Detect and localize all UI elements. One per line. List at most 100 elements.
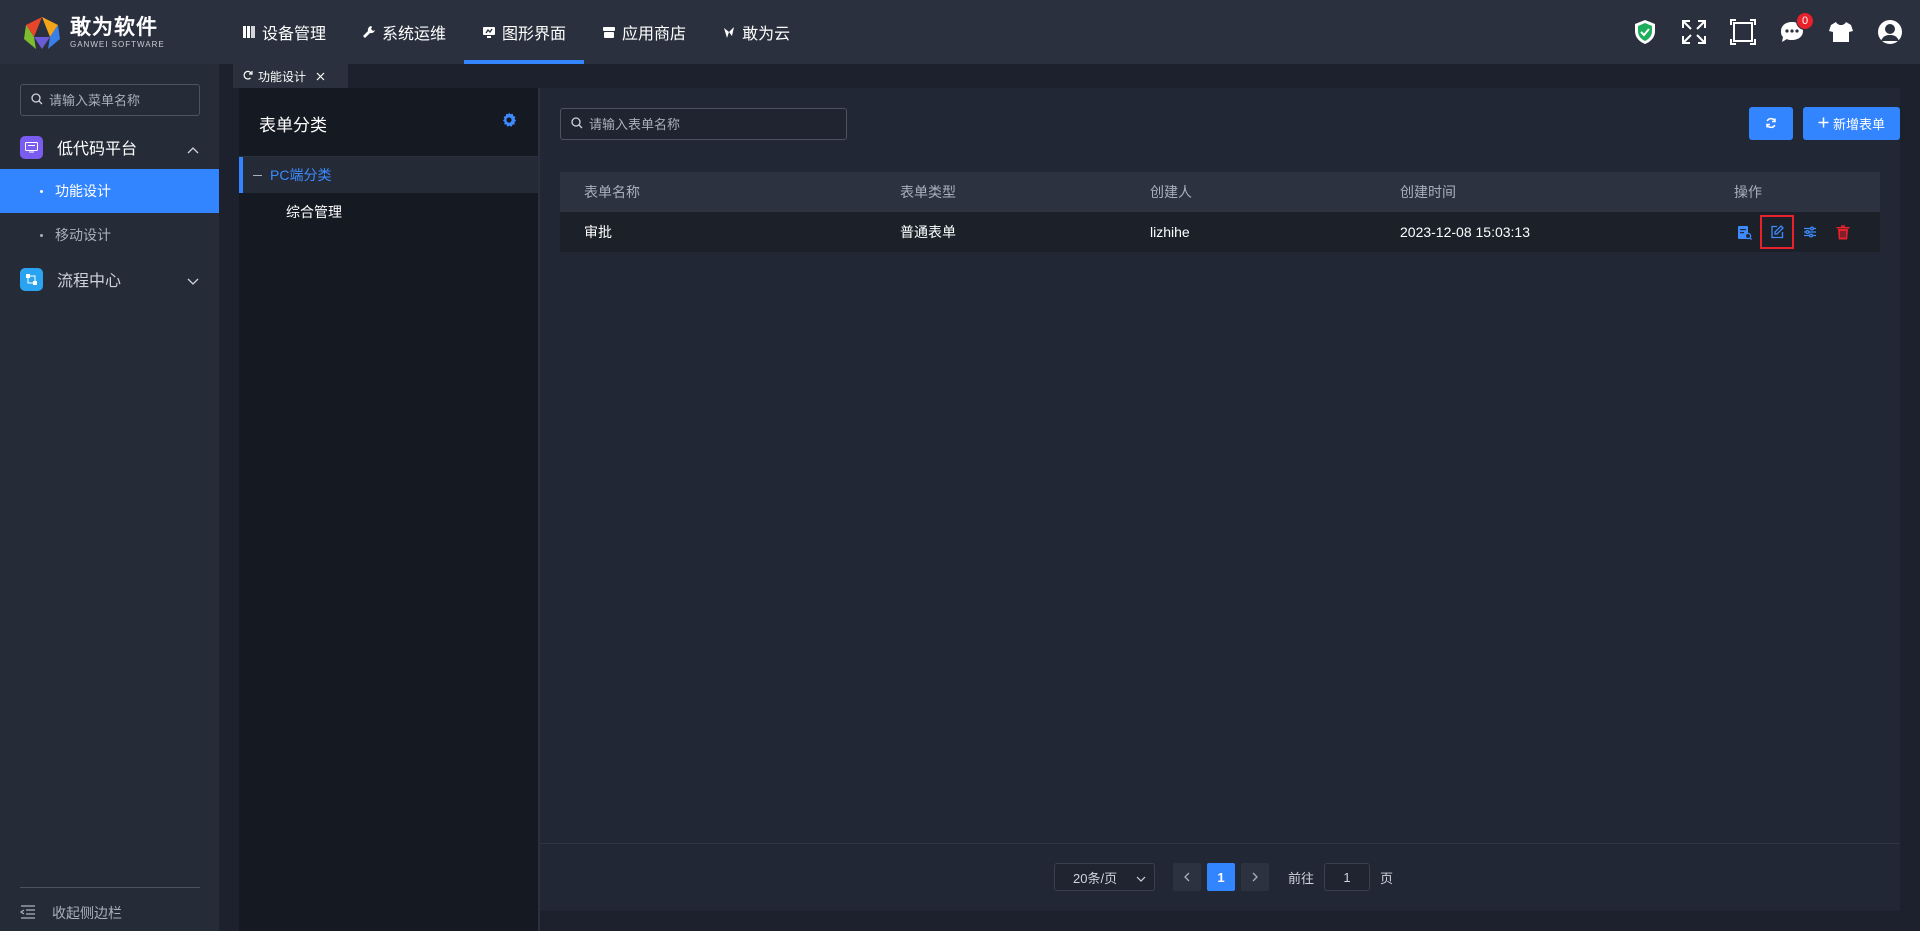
- flow-icon: [20, 267, 43, 291]
- sidebar-item-function-design[interactable]: 功能设计: [0, 169, 219, 213]
- column-header-type: 表单类型: [900, 184, 956, 200]
- store-icon: [602, 25, 616, 39]
- tab-strip: 功能设计: [219, 64, 1920, 88]
- cell-form-name: 审批: [584, 224, 612, 240]
- fullscreen-icon[interactable]: [1680, 18, 1708, 46]
- message-count-badge: 0: [1796, 12, 1814, 30]
- collapse-sidebar-label: 收起侧边栏: [52, 905, 122, 921]
- brand-title: 敢为软件: [70, 16, 158, 39]
- form-search-input[interactable]: [589, 116, 829, 132]
- nav-item-store[interactable]: 应用商店: [584, 0, 704, 64]
- menu-search-box[interactable]: [20, 84, 200, 116]
- pagination: 20条/页 1 前往 页: [1054, 863, 1393, 891]
- cell-form-type: 普通表单: [900, 224, 956, 240]
- avatar-icon[interactable]: [1876, 18, 1904, 46]
- sidebar-group-label: 流程中心: [57, 273, 122, 290]
- add-form-button[interactable]: 新增表单: [1803, 107, 1900, 140]
- form-table: 表单名称 表单类型 创建人 创建时间 操作 审批 普通表单 lizhihe 20…: [560, 172, 1880, 252]
- sidebar-item-label: 移动设计: [55, 227, 111, 243]
- preview-icon[interactable]: [1734, 222, 1754, 242]
- nav-item-label: 系统运维: [382, 26, 447, 43]
- top-bar: 敢为软件 GANWEI SOFTWARE 设备管理 系统运维 图形界面 应用商店…: [0, 0, 1920, 64]
- menu-search-input[interactable]: [49, 92, 189, 108]
- tree-node-general-management[interactable]: 综合管理: [286, 197, 342, 227]
- trash-icon[interactable]: [1833, 222, 1853, 242]
- table-row[interactable]: 审批 普通表单 lizhihe 2023-12-08 15:03:13: [560, 212, 1880, 252]
- book-icon: [242, 25, 256, 39]
- sidebar-item-mobile-design[interactable]: 移动设计: [0, 213, 219, 257]
- form-search-box[interactable]: [560, 108, 847, 140]
- sidebar-group-label: 低代码平台: [57, 141, 138, 158]
- cell-created-time: 2023-12-08 15:03:13: [1400, 224, 1530, 240]
- brand-logo[interactable]: 敢为软件 GANWEI SOFTWARE: [22, 14, 165, 52]
- edit-icon[interactable]: [1760, 215, 1794, 249]
- page-suffix-label: 页: [1380, 870, 1394, 886]
- row-actions: [1734, 215, 1866, 249]
- sidebar-divider: [20, 887, 200, 888]
- category-panel: 表单分类 PC端分类 综合管理: [239, 88, 539, 931]
- nav-item-label: 设备管理: [262, 26, 327, 43]
- sidebar-item-label: 功能设计: [55, 183, 111, 199]
- sidebar-group-lowcode[interactable]: 低代码平台: [0, 125, 219, 169]
- plus-icon: [1818, 116, 1829, 131]
- page-size-value: 20条/页: [1073, 870, 1118, 886]
- column-header-actions: 操作: [1734, 184, 1762, 200]
- sidebar: 低代码平台 功能设计 移动设计 流程中心 收起侧边栏: [0, 64, 219, 931]
- search-icon: [571, 116, 583, 132]
- bullet-icon: [40, 189, 43, 193]
- page-number-current[interactable]: 1: [1207, 863, 1235, 891]
- nav-item-ops[interactable]: 系统运维: [344, 0, 464, 64]
- refresh-button[interactable]: [1749, 107, 1793, 140]
- cell-creator: lizhihe: [1150, 224, 1190, 240]
- prev-page-button[interactable]: [1173, 863, 1201, 891]
- refresh-icon[interactable]: [243, 69, 253, 83]
- collapse-menu-icon: [19, 904, 36, 922]
- chevron-left-icon: [1184, 869, 1190, 885]
- close-icon[interactable]: [316, 72, 325, 81]
- bullet-icon: [40, 233, 43, 237]
- collapse-sidebar-button[interactable]: 收起侧边栏: [19, 898, 122, 928]
- table-header: 表单名称 表单类型 创建人 创建时间 操作: [560, 172, 1880, 212]
- tree-node-label: 综合管理: [286, 204, 342, 220]
- shield-icon[interactable]: [1631, 18, 1659, 46]
- column-header-creator: 创建人: [1150, 184, 1192, 200]
- gear-icon[interactable]: [501, 112, 517, 131]
- nav-item-graphics[interactable]: 图形界面: [464, 0, 585, 64]
- chevron-up-icon: [187, 141, 199, 157]
- tshirt-icon[interactable]: [1827, 18, 1855, 46]
- monitor-icon: [482, 25, 496, 39]
- wrench-icon: [362, 25, 376, 39]
- tree-node-pc-category[interactable]: PC端分类: [239, 157, 539, 193]
- collapse-dash-icon[interactable]: [253, 174, 262, 176]
- pagination-divider: [540, 843, 1900, 844]
- chevron-down-icon: [187, 273, 199, 289]
- search-icon: [31, 92, 43, 108]
- category-title: 表单分类: [259, 116, 327, 135]
- top-toolbar: 0: [1610, 0, 1904, 64]
- settings-sliders-icon[interactable]: [1800, 222, 1820, 242]
- screen-frame-icon[interactable]: [1729, 18, 1757, 46]
- tab-label: 功能设计: [258, 69, 307, 84]
- tab-function-design[interactable]: 功能设计: [233, 64, 348, 88]
- nav-item-label: 图形界面: [502, 26, 567, 43]
- nav-item-label: 应用商店: [622, 26, 687, 43]
- message-icon[interactable]: 0: [1778, 12, 1814, 46]
- refresh-icon: [1765, 116, 1777, 132]
- brand-subtitle: GANWEI SOFTWARE: [70, 40, 165, 49]
- sidebar-group-flow[interactable]: 流程中心: [0, 257, 219, 301]
- nav-item-device[interactable]: 设备管理: [224, 0, 344, 64]
- top-nav: 设备管理 系统运维 图形界面 应用商店 敢为云: [224, 0, 808, 64]
- chevron-down-icon: [1136, 870, 1146, 885]
- chevron-right-icon: [1252, 869, 1258, 885]
- next-page-button[interactable]: [1241, 863, 1269, 891]
- goto-page-input[interactable]: [1324, 863, 1371, 891]
- page-size-select[interactable]: 20条/页: [1054, 863, 1155, 891]
- column-header-created: 创建时间: [1400, 184, 1456, 200]
- goto-label: 前往: [1288, 870, 1315, 886]
- main-content: 新增表单 表单名称 表单类型 创建人 创建时间 操作 审批 普通表单 lizhi…: [540, 88, 1900, 911]
- nav-item-cloud[interactable]: 敢为云: [704, 0, 808, 64]
- column-header-name: 表单名称: [584, 184, 640, 200]
- tree-node-label: PC端分类: [270, 167, 332, 183]
- cloud-icon: [722, 25, 736, 39]
- nav-item-label: 敢为云: [742, 26, 791, 43]
